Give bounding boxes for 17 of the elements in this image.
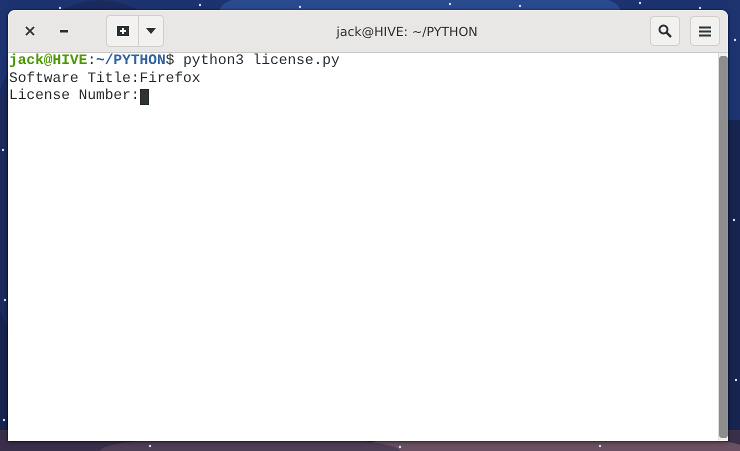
search-button[interactable] <box>650 16 680 46</box>
prompt-path: ~/PYTHON <box>96 53 166 70</box>
scrollbar[interactable] <box>718 53 728 441</box>
new-tab-icon <box>116 25 130 37</box>
prompt-user: jack@HIVE <box>9 53 88 70</box>
window-title: jack@HIVE: ~/PYTHON <box>335 24 479 38</box>
prompt-separator: : <box>87 53 96 70</box>
minimize-icon <box>60 30 68 32</box>
search-icon <box>658 24 672 38</box>
command-text: python3 license.py <box>183 53 340 70</box>
input-prompt-text: License Number: <box>9 88 140 106</box>
menu-button[interactable] <box>690 16 720 46</box>
output-text: Software Title:Firefox <box>9 70 200 88</box>
close-icon <box>25 26 35 36</box>
menu-icon <box>699 26 711 36</box>
caret-icon <box>146 28 156 34</box>
prompt-symbol: $ <box>166 53 174 70</box>
